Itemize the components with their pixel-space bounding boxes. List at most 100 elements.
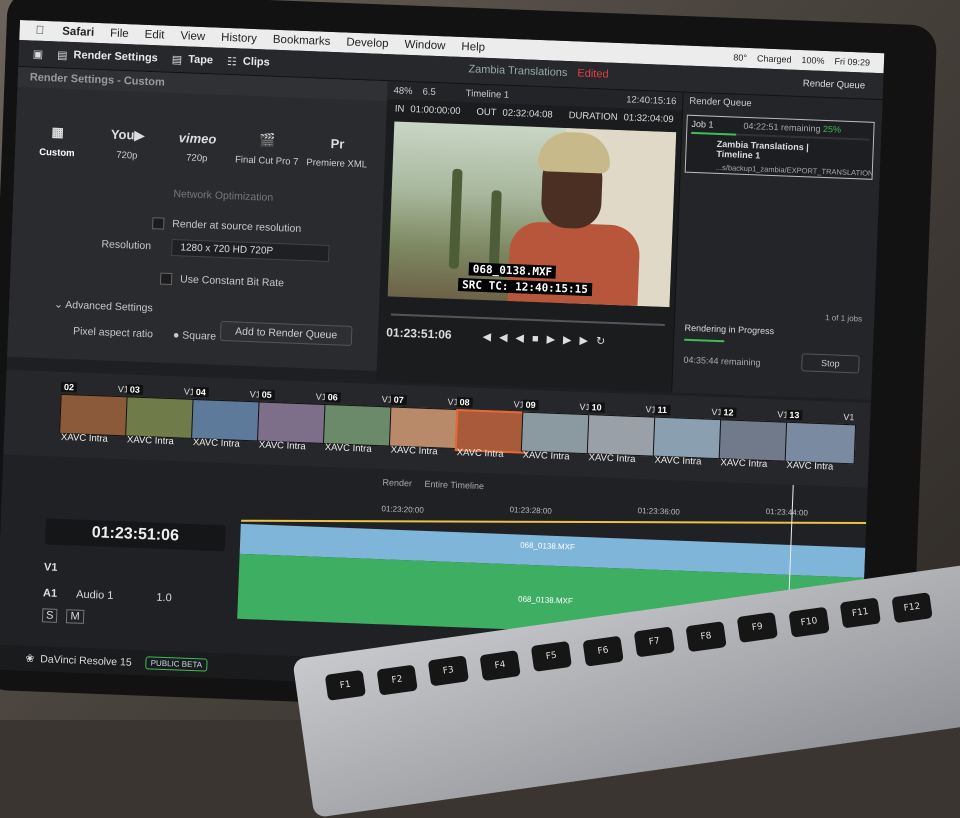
vimeo-logo: vimeo xyxy=(178,129,217,147)
v1-label: V1 xyxy=(43,561,58,574)
rendering-status: Rendering in Progress 04:35:44 remaining xyxy=(683,322,775,368)
clip-thumbnail[interactable]: 09 V1 XAVC Intra xyxy=(520,399,593,463)
preset-fcp7[interactable]: 🎬 Final Cut Pro 7 xyxy=(235,124,301,168)
apple-icon[interactable]:  xyxy=(35,25,44,37)
clip-image xyxy=(718,419,791,462)
menu-edit[interactable]: Edit xyxy=(144,29,164,42)
function-key: F7 xyxy=(633,626,675,658)
in-value[interactable]: 01:00:00:00 xyxy=(410,104,461,117)
battery-state[interactable]: Charged xyxy=(757,53,792,64)
resolve-logo-icon: ❀ xyxy=(25,652,35,665)
clock[interactable]: Fri 09:29 xyxy=(834,56,870,67)
menu-develop[interactable]: Develop xyxy=(346,37,389,51)
clip-number: 06 xyxy=(324,391,341,403)
clip-thumbnail[interactable]: 11 V1 XAVC Intra xyxy=(652,404,725,468)
video-frame[interactable]: 068_0138.MXF SRC TC: 12:40:15:15 xyxy=(387,121,677,308)
source-res-checkbox[interactable] xyxy=(152,217,165,230)
clip-number: 08 xyxy=(456,397,473,408)
out-value[interactable]: 02:32:04:08 xyxy=(502,107,553,120)
scrubber[interactable] xyxy=(390,313,665,326)
ruler-tick-label: 01:23:36:00 xyxy=(637,506,681,517)
project-title: Zambia Translations Edited xyxy=(468,63,609,81)
clip-thumbnail[interactable]: 05 V1 XAVC Intra xyxy=(256,389,329,452)
duration-label: DURATION xyxy=(568,109,618,123)
panel-toggle[interactable]: ▣ xyxy=(32,47,43,60)
tree xyxy=(488,190,502,271)
preset-youtube[interactable]: You▶ 720p xyxy=(95,119,161,162)
par-label: Pixel aspect ratio xyxy=(72,325,154,341)
cbr-checkbox[interactable] xyxy=(159,272,173,286)
cbr-row[interactable]: Use Constant Bit Rate xyxy=(159,272,284,290)
menu-window[interactable]: Window xyxy=(404,39,445,53)
clip-thumbnail[interactable]: 13 V1 XAVC Intra xyxy=(784,409,857,473)
clip-thumbnail[interactable]: 06 V1 XAVC Intra xyxy=(322,391,395,455)
stop-button[interactable]: Stop xyxy=(801,353,860,374)
clip-image xyxy=(59,393,131,437)
render-queue-toggle[interactable]: Render Queue xyxy=(803,78,866,91)
function-key: F3 xyxy=(427,655,470,687)
preset-row: ▦ Custom You▶ 720p vimeo 720p 🎬 Final Cut Pr… xyxy=(15,87,387,171)
clip-image xyxy=(652,416,725,460)
menu-app[interactable]: Safari xyxy=(62,26,94,39)
a1-header: A1 Audio 1 1.0 xyxy=(42,587,172,605)
menu-view[interactable]: View xyxy=(180,30,205,43)
clips-tab[interactable]: ☷ Clips xyxy=(227,54,270,69)
clip-image xyxy=(322,403,395,447)
clip-thumbnail[interactable]: 10 V1 XAVC Intra xyxy=(586,402,659,465)
clip-number: 09 xyxy=(522,399,539,411)
render-settings-icon: ▤ xyxy=(56,48,68,62)
ruler-tick-label: 01:23:28:00 xyxy=(509,505,552,516)
menu-help[interactable]: Help xyxy=(461,41,485,54)
clip-thumbnail[interactable]: 03 V1 XAVC Intra xyxy=(125,384,197,447)
preset-premiere[interactable]: Pr Premiere XML xyxy=(305,127,371,171)
mute-button[interactable]: M xyxy=(66,609,84,624)
resolution-select[interactable]: 1280 x 720 HD 720P xyxy=(171,238,330,263)
youtube-logo: You▶ xyxy=(110,126,145,143)
preset-vimeo[interactable]: vimeo 720p xyxy=(165,122,231,165)
ruler-tick-label: 01:23:20:00 xyxy=(381,504,424,515)
viewer: 48% 6.5 Timeline 1 12:40:15:16 IN 01:00:… xyxy=(376,81,683,393)
function-key: F1 xyxy=(324,669,367,701)
clip-thumbnail[interactable]: 08 V1 XAVC Intra xyxy=(454,397,529,460)
function-key: F11 xyxy=(839,597,881,629)
zoom-select[interactable]: 48% xyxy=(393,85,412,97)
clip-thumbnail[interactable]: 07 V1 XAVC Intra xyxy=(388,394,461,458)
network-optimization[interactable]: Network Optimization xyxy=(173,188,273,204)
clip-number: 04 xyxy=(192,386,210,398)
clip-codec: XAVC Intra xyxy=(654,454,702,468)
battery-percent[interactable]: 100% xyxy=(801,55,824,66)
render-settings-tab[interactable]: ▤ Render Settings xyxy=(57,48,158,65)
clip-image xyxy=(784,421,857,465)
transport-buttons[interactable]: ◀◀◀■▶▶▶↻ xyxy=(482,331,613,348)
tape-tab[interactable]: ▤ Tape xyxy=(172,52,214,67)
function-key: F8 xyxy=(685,621,727,653)
preset-custom[interactable]: ▦ Custom xyxy=(25,116,91,159)
par-option-square[interactable]: ● Square xyxy=(173,329,217,343)
menu-history[interactable]: History xyxy=(221,32,257,45)
clip-thumbnail[interactable]: 04 V1 XAVC Intra xyxy=(191,386,263,450)
clip-thumbnail[interactable]: 02 V1 XAVC Intra xyxy=(59,381,131,445)
clip-number: 13 xyxy=(786,409,803,421)
advanced-settings[interactable]: ⌄ Advanced Settings xyxy=(54,299,153,315)
clapper-icon: 🎬 xyxy=(259,132,276,148)
clip-image xyxy=(586,414,659,457)
clip-number: 12 xyxy=(720,407,737,418)
timeline-select[interactable]: Timeline 1 xyxy=(466,88,510,101)
job-card[interactable]: Job 1 04:22:51 remaining 25% Zambia Trans… xyxy=(684,114,875,180)
clip-codec: XAVC Intra xyxy=(390,444,438,458)
clip-thumbnail[interactable]: 12 V1 XAVC Intra xyxy=(718,407,791,470)
clip-codec: XAVC Intra xyxy=(522,449,570,463)
clip-codec: XAVC Intra xyxy=(192,436,240,450)
solo-button[interactable]: S xyxy=(41,608,58,623)
function-key: F10 xyxy=(788,606,830,638)
tape-icon: ▤ xyxy=(171,53,183,66)
track-headers: V1 A1 Audio 1 1.0 S M xyxy=(41,561,234,648)
menu-file[interactable]: File xyxy=(110,27,129,40)
clip-codec: XAVC Intra xyxy=(588,452,636,465)
menu-bookmarks[interactable]: Bookmarks xyxy=(273,34,331,48)
render-queue-panel: Render Queue Job 1 04:22:51 remaining 25%… xyxy=(671,92,884,400)
function-key: F12 xyxy=(891,592,933,624)
clip-number: 03 xyxy=(126,384,144,395)
top-timecode: 12:40:15:16 xyxy=(626,93,677,107)
source-res-row[interactable]: Render at source resolution xyxy=(152,217,301,235)
